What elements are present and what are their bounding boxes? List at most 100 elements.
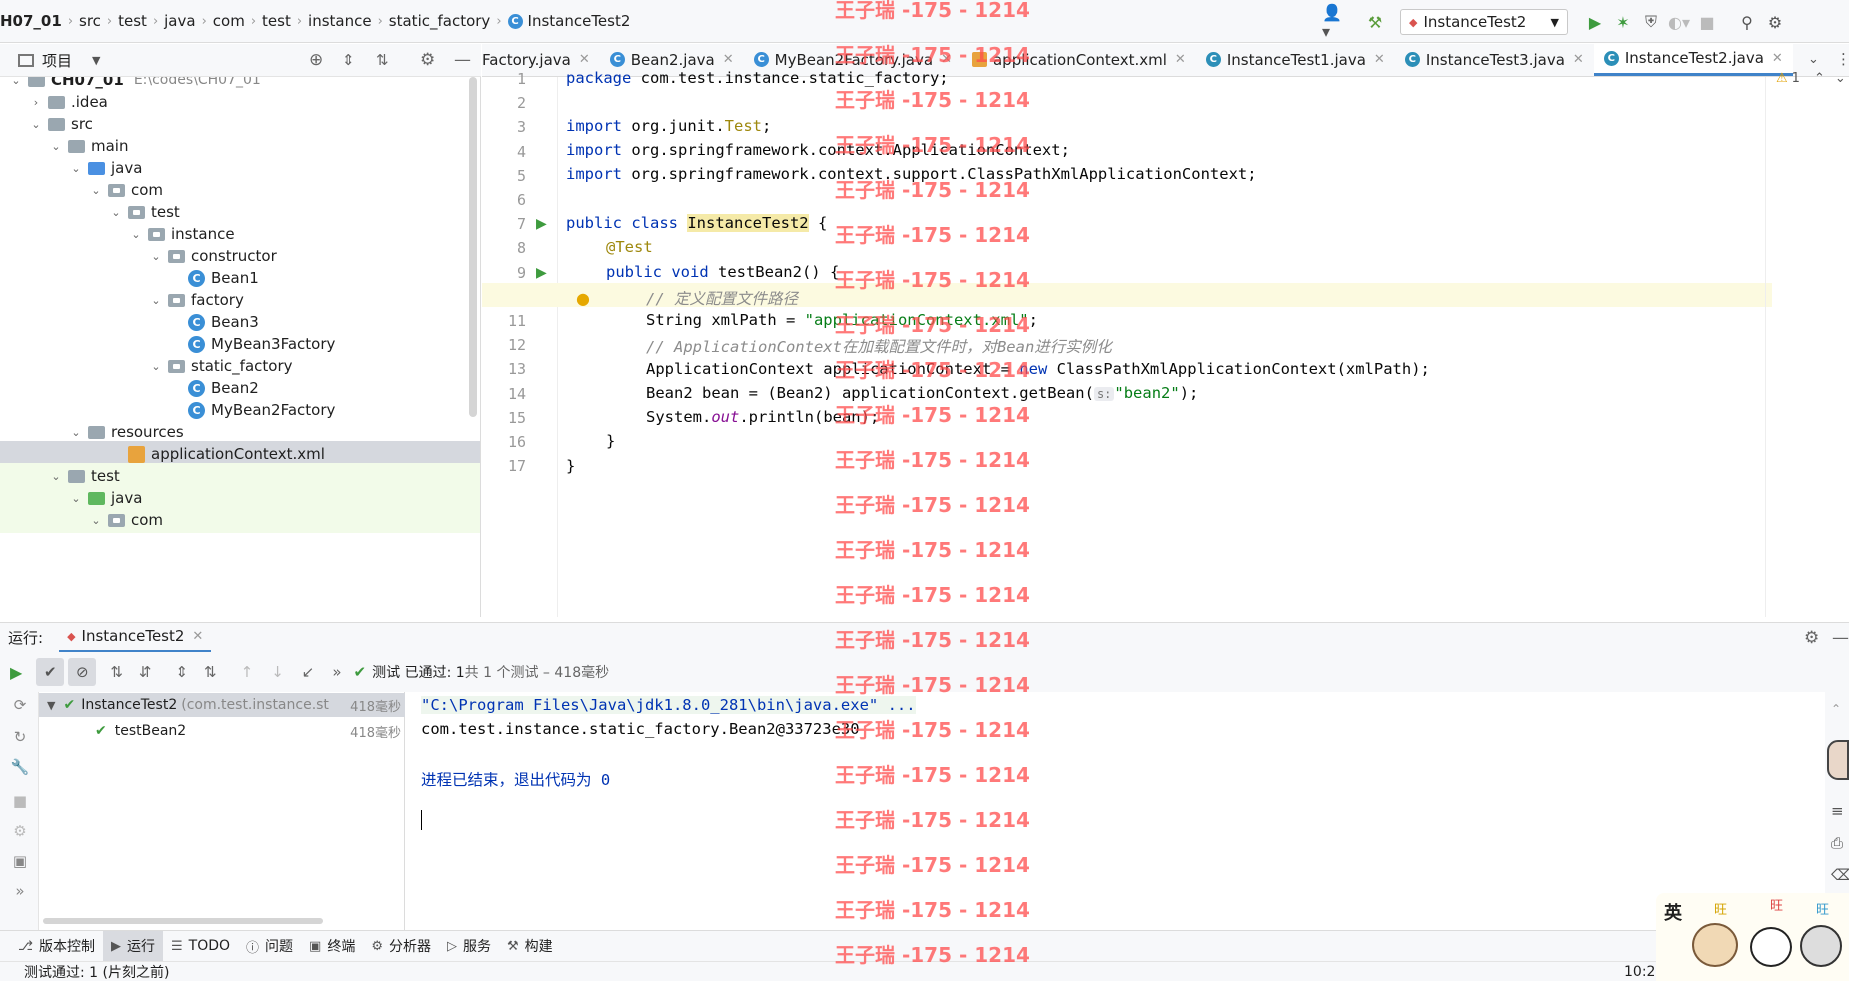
- tool-window-button[interactable]: ▶ 运行: [102, 930, 163, 962]
- chevron-down-icon[interactable]: ▼: [47, 699, 55, 712]
- chevron-down-icon[interactable]: ⌄: [88, 514, 104, 527]
- expand-all-icon[interactable]: ⇕: [342, 51, 355, 69]
- breadcrumb-item[interactable]: InstanceTest2: [528, 12, 631, 30]
- chevron-up-icon[interactable]: ⌃: [1814, 71, 1825, 86]
- wrench-icon[interactable]: 🔧: [10, 758, 30, 778]
- chevron-down-icon[interactable]: ⌄: [68, 426, 84, 439]
- search-icon[interactable]: ⚲: [1736, 11, 1758, 33]
- show-passed-icon[interactable]: ✔: [36, 658, 65, 686]
- close-icon[interactable]: ✕: [723, 52, 734, 67]
- tool-window-button[interactable]: ⓘ 问题: [238, 931, 301, 962]
- close-icon[interactable]: ✕: [1573, 52, 1584, 67]
- sort-duration-icon[interactable]: ⇵: [139, 663, 152, 681]
- soft-wrap-icon[interactable]: ≡: [1831, 802, 1844, 820]
- close-icon[interactable]: ✕: [192, 629, 203, 644]
- user-icon[interactable]: 👤▾: [1322, 3, 1344, 41]
- run-test-icon[interactable]: ▶: [536, 216, 547, 232]
- layout-icon[interactable]: ⚙: [10, 822, 30, 842]
- show-ignored-icon[interactable]: ⊘: [68, 658, 97, 686]
- lightbulb-icon[interactable]: ●: [576, 289, 590, 308]
- settings-icon[interactable]: ⚙: [1764, 11, 1786, 33]
- tool-window-button[interactable]: ⚙ 分析器: [363, 931, 439, 962]
- breadcrumb-item[interactable]: test: [262, 12, 291, 30]
- breadcrumb-item[interactable]: static_factory: [389, 12, 491, 30]
- chevron-down-icon[interactable]: ⌄: [88, 184, 104, 197]
- chevron-down-icon[interactable]: ⌄: [148, 294, 164, 307]
- import-tests-icon[interactable]: ↙: [302, 663, 315, 681]
- breadcrumb-item[interactable]: H07_01: [0, 12, 62, 30]
- chevron-down-icon[interactable]: ⌄: [148, 360, 164, 373]
- run-tab[interactable]: ◆ InstanceTest2 ✕: [59, 623, 212, 653]
- test-suite-row[interactable]: ▼ ✔ InstanceTest2 (com.test.instance.st …: [39, 693, 405, 717]
- breadcrumb-item[interactable]: instance: [308, 12, 372, 30]
- print-icon[interactable]: ⎙: [1831, 834, 1843, 852]
- breadcrumb-item[interactable]: test: [118, 12, 147, 30]
- tool-window-button[interactable]: ▣ 终端: [301, 931, 363, 962]
- warning-indicator[interactable]: ⚠ 1 ⌃ ⌄: [1776, 71, 1846, 86]
- stop-icon[interactable]: ■: [10, 792, 30, 812]
- close-icon[interactable]: ✕: [1175, 52, 1186, 67]
- tabs-overflow-icon[interactable]: ⌄: [1808, 52, 1819, 67]
- tool-window-button[interactable]: ⚒ 构建: [499, 931, 561, 962]
- hide-icon[interactable]: —: [1832, 628, 1849, 648]
- chevron-down-icon[interactable]: ⌄: [1835, 71, 1846, 86]
- close-icon[interactable]: ✕: [1772, 51, 1783, 66]
- run-icon[interactable]: ▶: [1584, 11, 1606, 33]
- next-test-icon[interactable]: ↓: [271, 663, 284, 681]
- collapse-all-icon[interactable]: ⇅: [204, 663, 217, 681]
- close-icon[interactable]: ✕: [579, 52, 590, 67]
- scroll-up-icon[interactable]: ⌃: [1831, 702, 1841, 716]
- editor-tab[interactable]: C InstanceTest2.java ✕: [1593, 43, 1793, 76]
- chevron-down-icon[interactable]: ⌄: [48, 470, 64, 483]
- chevron-down-icon[interactable]: ⌄: [128, 228, 144, 241]
- camera-icon[interactable]: ▣: [10, 852, 30, 872]
- chevron-down-icon[interactable]: ⌄: [148, 250, 164, 263]
- breadcrumb-item[interactable]: java: [164, 12, 195, 30]
- chevron-down-icon[interactable]: ⌄: [28, 118, 44, 131]
- editor-tab[interactable]: C InstanceTest1.java ✕: [1196, 43, 1395, 76]
- tree-item[interactable]: ⌄ com: [0, 507, 480, 533]
- sort-alpha-icon[interactable]: ⇅: [110, 663, 123, 681]
- project-panel-title[interactable]: 项目: [42, 50, 72, 71]
- coverage-icon[interactable]: ⛨: [1640, 11, 1662, 33]
- collapse-all-icon[interactable]: ⇅: [376, 51, 389, 69]
- horizontal-scrollbar[interactable]: [43, 918, 323, 924]
- gear-icon[interactable]: ⚙: [1804, 628, 1819, 648]
- more-icon[interactable]: ⋮: [1836, 50, 1849, 68]
- previous-test-icon[interactable]: ↑: [241, 663, 254, 681]
- locate-icon[interactable]: ⊕: [309, 50, 323, 70]
- chevron-down-icon[interactable]: ⌄: [68, 492, 84, 505]
- rerun-failed-icon[interactable]: ⟳: [10, 696, 30, 716]
- run-test-icon[interactable]: ▶: [536, 265, 547, 281]
- editor-tab[interactable]: applicationContext.xml ✕: [962, 43, 1196, 76]
- gear-icon[interactable]: ⚙: [420, 50, 435, 70]
- breadcrumb-item[interactable]: com: [213, 12, 245, 30]
- expand-all-icon[interactable]: ⇕: [175, 663, 188, 681]
- tool-window-button[interactable]: ▷ 服务: [439, 931, 499, 962]
- console-output[interactable]: "C:\Program Files\Java\jdk1.8.0_281\bin\…: [405, 692, 1825, 930]
- more-icon[interactable]: »: [332, 663, 341, 681]
- run-config-select[interactable]: ◆ InstanceTest2 ▼: [1400, 9, 1568, 35]
- chevron-down-icon[interactable]: ⌄: [48, 140, 64, 153]
- chevron-down-icon[interactable]: ⌄: [68, 162, 84, 175]
- chevron-down-icon[interactable]: ⌄: [8, 77, 24, 87]
- chevron-down-icon[interactable]: ⌄: [108, 206, 124, 219]
- tool-window-button[interactable]: ⎇ 版本控制: [10, 931, 103, 962]
- trash-icon[interactable]: ⌫: [1831, 866, 1849, 884]
- test-case-row[interactable]: ✔ testBean2 418毫秒: [39, 719, 405, 743]
- breadcrumb-item[interactable]: src: [79, 12, 101, 30]
- close-icon[interactable]: ✕: [941, 52, 952, 67]
- close-icon[interactable]: ✕: [1374, 52, 1385, 67]
- build-hammer-icon[interactable]: ⚒: [1364, 11, 1386, 33]
- code-editor[interactable]: 1234567891011121314151617▶▶ ⚠ 1 ⌃ ⌄ pack…: [482, 69, 1849, 617]
- profile-icon[interactable]: ◐▾: [1668, 11, 1690, 33]
- editor-tab[interactable]: C InstanceTest3.java ✕: [1395, 43, 1594, 76]
- more-icon[interactable]: »: [10, 882, 30, 902]
- rerun-icon[interactable]: ▶: [10, 663, 22, 682]
- toggle-auto-test-icon[interactable]: ↻: [10, 728, 30, 748]
- vertical-scrollbar[interactable]: [469, 77, 477, 417]
- hide-icon[interactable]: —: [454, 50, 471, 70]
- chevron-down-icon[interactable]: ▼: [92, 54, 100, 67]
- debug-icon[interactable]: ✶: [1612, 11, 1634, 33]
- tool-window-button[interactable]: ☰ TODO: [163, 931, 238, 962]
